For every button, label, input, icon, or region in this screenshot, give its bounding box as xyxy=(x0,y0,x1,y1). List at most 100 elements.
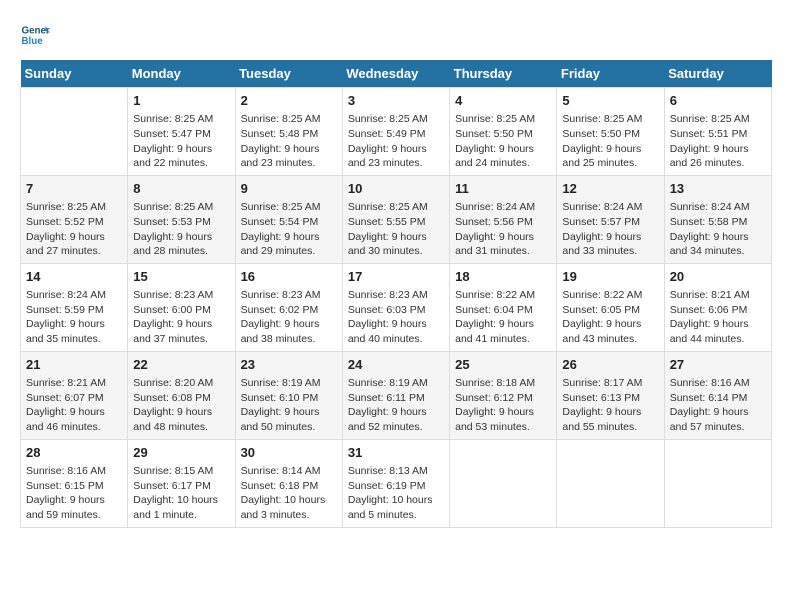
cell-info-line: Sunrise: 8:25 AM xyxy=(241,200,337,215)
calendar-cell: 27Sunrise: 8:16 AMSunset: 6:14 PMDayligh… xyxy=(664,351,771,439)
calendar-cell xyxy=(450,439,557,527)
cell-info-line: Sunset: 6:02 PM xyxy=(241,303,337,318)
cell-info-line: Sunrise: 8:25 AM xyxy=(562,112,658,127)
cell-info-line: Sunset: 6:15 PM xyxy=(26,479,122,494)
page-header: General Blue xyxy=(20,20,772,50)
day-number: 31 xyxy=(348,444,444,462)
calendar-cell: 23Sunrise: 8:19 AMSunset: 6:10 PMDayligh… xyxy=(235,351,342,439)
logo: General Blue xyxy=(20,20,50,50)
calendar-cell: 15Sunrise: 8:23 AMSunset: 6:00 PMDayligh… xyxy=(128,263,235,351)
cell-info-line: Sunrise: 8:25 AM xyxy=(26,200,122,215)
cell-info-line: and 25 minutes. xyxy=(562,156,658,171)
cell-info-line: and 26 minutes. xyxy=(670,156,766,171)
cell-info-line: and 22 minutes. xyxy=(133,156,229,171)
cell-info-line: and 33 minutes. xyxy=(562,244,658,259)
cell-info-line: and 40 minutes. xyxy=(348,332,444,347)
calendar-cell: 29 Sunrise: 8:15 AMSunset: 6:17 PMDayligh… xyxy=(128,439,235,527)
calendar-cell: 9Sunrise: 8:25 AMSunset: 5:54 PMDaylight… xyxy=(235,175,342,263)
calendar-cell: 8Sunrise: 8:25 AMSunset: 5:53 PMDaylight… xyxy=(128,175,235,263)
calendar-cell: 24Sunrise: 8:19 AMSunset: 6:11 PMDayligh… xyxy=(342,351,449,439)
cell-info-line: and 44 minutes. xyxy=(670,332,766,347)
cell-info-line: Daylight: 9 hours xyxy=(348,230,444,245)
cell-info-line: Sunrise: 8:15 AM xyxy=(133,464,229,479)
cell-info-line: Sunrise: 8:25 AM xyxy=(455,112,551,127)
cell-info-line: Sunset: 6:19 PM xyxy=(348,479,444,494)
calendar-cell: 3Sunrise: 8:25 AMSunset: 5:49 PMDaylight… xyxy=(342,88,449,176)
day-number: 17 xyxy=(348,268,444,286)
calendar-cell: 14Sunrise: 8:24 AMSunset: 5:59 PMDayligh… xyxy=(21,263,128,351)
cell-info-line: Sunset: 5:59 PM xyxy=(26,303,122,318)
calendar-cell: 20Sunrise: 8:21 AMSunset: 6:06 PMDayligh… xyxy=(664,263,771,351)
day-number: 20 xyxy=(670,268,766,286)
day-header-tuesday: Tuesday xyxy=(235,60,342,88)
cell-info-line: Sunrise: 8:24 AM xyxy=(670,200,766,215)
cell-info-line: Sunrise: 8:23 AM xyxy=(241,288,337,303)
day-header-thursday: Thursday xyxy=(450,60,557,88)
day-header-friday: Friday xyxy=(557,60,664,88)
day-number: 29 xyxy=(133,444,229,462)
cell-info-line: Daylight: 10 hours xyxy=(133,493,229,508)
day-header-sunday: Sunday xyxy=(21,60,128,88)
cell-info-line: Daylight: 9 hours xyxy=(26,230,122,245)
cell-info-line: Sunrise: 8:22 AM xyxy=(455,288,551,303)
cell-info-line: and 24 minutes. xyxy=(455,156,551,171)
cell-info-line: Daylight: 9 hours xyxy=(670,405,766,420)
calendar-cell: 22Sunrise: 8:20 AMSunset: 6:08 PMDayligh… xyxy=(128,351,235,439)
cell-info-line: Sunset: 5:50 PM xyxy=(562,127,658,142)
cell-info-line: and 37 minutes. xyxy=(133,332,229,347)
logo-icon: General Blue xyxy=(20,20,50,50)
cell-info-line: Sunset: 6:11 PM xyxy=(348,391,444,406)
cell-info-line: Sunrise: 8:13 AM xyxy=(348,464,444,479)
day-number: 6 xyxy=(670,92,766,110)
cell-info-line: Sunrise: 8:21 AM xyxy=(670,288,766,303)
cell-info-line: Sunrise: 8:19 AM xyxy=(241,376,337,391)
calendar-cell: 6Sunrise: 8:25 AMSunset: 5:51 PMDaylight… xyxy=(664,88,771,176)
cell-info-line: Sunset: 6:06 PM xyxy=(670,303,766,318)
cell-info-line: and 3 minutes. xyxy=(241,508,337,523)
cell-info-line: and 30 minutes. xyxy=(348,244,444,259)
cell-info-line: and 28 minutes. xyxy=(133,244,229,259)
day-number: 27 xyxy=(670,356,766,374)
day-number: 12 xyxy=(562,180,658,198)
cell-info-line: Sunset: 6:17 PM xyxy=(133,479,229,494)
cell-info-line: Sunset: 6:10 PM xyxy=(241,391,337,406)
cell-info-line: Sunrise: 8:25 AM xyxy=(348,112,444,127)
cell-info-line: Daylight: 9 hours xyxy=(562,405,658,420)
calendar-cell xyxy=(21,88,128,176)
cell-info-line: Sunset: 5:54 PM xyxy=(241,215,337,230)
day-number: 9 xyxy=(241,180,337,198)
cell-info-line: Daylight: 9 hours xyxy=(241,405,337,420)
cell-info-line: and 1 minute. xyxy=(133,508,229,523)
day-number: 7 xyxy=(26,180,122,198)
cell-info-line: Sunset: 5:48 PM xyxy=(241,127,337,142)
day-number: 19 xyxy=(562,268,658,286)
cell-info-line: Daylight: 9 hours xyxy=(455,317,551,332)
day-number: 5 xyxy=(562,92,658,110)
calendar-week-3: 14Sunrise: 8:24 AMSunset: 5:59 PMDayligh… xyxy=(21,263,772,351)
cell-info-line: Daylight: 9 hours xyxy=(348,317,444,332)
svg-text:Blue: Blue xyxy=(22,36,44,47)
calendar-table: SundayMondayTuesdayWednesdayThursdayFrid… xyxy=(20,60,772,528)
cell-info-line: and 50 minutes. xyxy=(241,420,337,435)
cell-info-line: Sunrise: 8:24 AM xyxy=(562,200,658,215)
day-number: 8 xyxy=(133,180,229,198)
cell-info-line: Daylight: 9 hours xyxy=(670,230,766,245)
cell-info-line: Sunrise: 8:22 AM xyxy=(562,288,658,303)
cell-info-line: and 35 minutes. xyxy=(26,332,122,347)
calendar-cell xyxy=(557,439,664,527)
cell-info-line: Sunset: 5:56 PM xyxy=(455,215,551,230)
cell-info-line: Daylight: 9 hours xyxy=(26,405,122,420)
cell-info-line: and 53 minutes. xyxy=(455,420,551,435)
calendar-cell: 12Sunrise: 8:24 AMSunset: 5:57 PMDayligh… xyxy=(557,175,664,263)
cell-info-line: Daylight: 10 hours xyxy=(241,493,337,508)
cell-info-line: Daylight: 9 hours xyxy=(133,317,229,332)
cell-info-line: Sunrise: 8:23 AM xyxy=(133,288,229,303)
day-number: 16 xyxy=(241,268,337,286)
cell-info-line: Sunset: 6:03 PM xyxy=(348,303,444,318)
cell-info-line: Sunrise: 8:16 AM xyxy=(670,376,766,391)
cell-info-line: and 38 minutes. xyxy=(241,332,337,347)
day-number: 30 xyxy=(241,444,337,462)
day-number: 26 xyxy=(562,356,658,374)
day-number: 10 xyxy=(348,180,444,198)
cell-info-line: and 23 minutes. xyxy=(348,156,444,171)
